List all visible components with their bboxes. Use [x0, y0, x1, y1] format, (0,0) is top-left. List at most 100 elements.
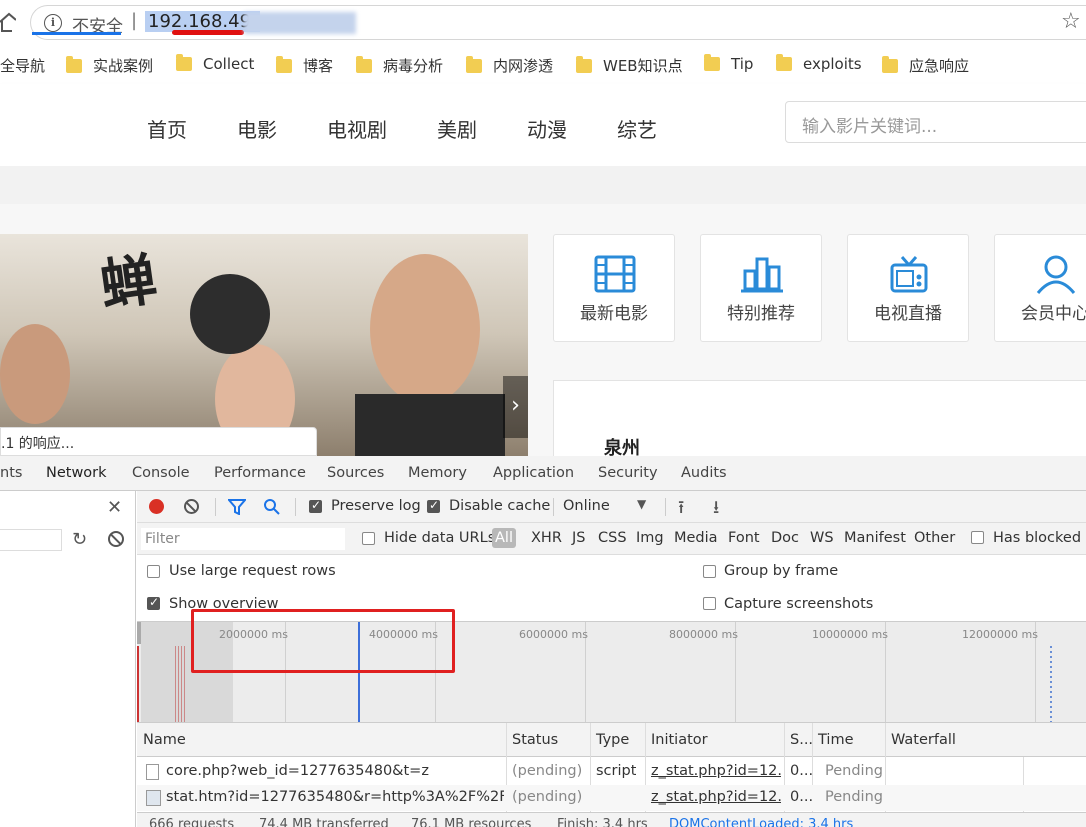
- tab-memory[interactable]: Memory: [408, 465, 467, 481]
- nav-home[interactable]: 首页: [147, 114, 187, 143]
- throttling-select[interactable]: Online: [563, 498, 610, 514]
- bookmark-item[interactable]: 全导航: [0, 55, 45, 76]
- col-size[interactable]: S...: [790, 732, 813, 748]
- left-pane-input[interactable]: [0, 529, 62, 551]
- tab-elements[interactable]: nts: [0, 465, 22, 481]
- type-filter-media[interactable]: Media: [674, 530, 718, 546]
- bookmark-label: exploits: [803, 55, 862, 73]
- bookmarks-bar: 全导航 实战案例 Collect 博客 病毒分析 内网渗透 WEB知识点 Tip…: [0, 46, 1086, 82]
- large-rows-checkbox[interactable]: [147, 565, 160, 578]
- filter-icon[interactable]: [228, 499, 246, 515]
- capture-screenshots-label: Capture screenshots: [724, 596, 874, 612]
- col-time[interactable]: Time: [818, 732, 854, 748]
- capture-screenshots-checkbox[interactable]: [703, 597, 716, 610]
- tile-live-tv[interactable]: 电视直播: [847, 234, 969, 342]
- bookmark-label: 博客: [303, 57, 334, 75]
- bookmark-item[interactable]: 博客: [276, 55, 333, 76]
- refresh-icon[interactable]: ↻: [72, 529, 87, 550]
- bookmark-label: Tip: [731, 55, 754, 73]
- type-filter-font[interactable]: Font: [728, 530, 760, 546]
- col-status[interactable]: Status: [512, 732, 558, 748]
- tab-sources[interactable]: Sources: [327, 465, 384, 481]
- has-blocked-checkbox[interactable]: [971, 531, 984, 544]
- preserve-log-checkbox[interactable]: [309, 498, 322, 513]
- tile-member-center[interactable]: 会员中心: [994, 234, 1086, 342]
- bookmark-item[interactable]: Tip: [704, 54, 754, 73]
- bookmark-item[interactable]: 应急响应: [882, 55, 969, 76]
- active-tab-indicator: [32, 32, 121, 35]
- user-icon: [1036, 255, 1076, 294]
- request-initiator[interactable]: z_stat.php?id=12...: [651, 763, 781, 779]
- bookmark-item[interactable]: exploits: [776, 54, 862, 73]
- type-filter-css[interactable]: CSS: [598, 530, 627, 546]
- tab-console[interactable]: Console: [132, 465, 190, 481]
- block-icon[interactable]: [184, 499, 199, 514]
- table-row[interactable]: core.php?web_id=1277635480&t=z (pending)…: [137, 759, 1086, 785]
- type-filter-manifest[interactable]: Manifest: [844, 530, 906, 546]
- filter-input[interactable]: Filter: [141, 528, 345, 550]
- col-type[interactable]: Type: [596, 732, 629, 748]
- disable-cache-label: Disable cache: [449, 498, 551, 514]
- type-filter-doc[interactable]: Doc: [771, 530, 799, 546]
- type-filter-img[interactable]: Img: [636, 530, 664, 546]
- clear-icon[interactable]: [108, 531, 124, 547]
- devtools-left-pane: ✕ ↻: [0, 491, 136, 827]
- type-filter-js[interactable]: JS: [572, 530, 585, 546]
- col-initiator[interactable]: Initiator: [651, 732, 708, 748]
- request-name: core.php?web_id=1277635480&t=z: [166, 763, 429, 779]
- bookmark-item[interactable]: 内网渗透: [466, 55, 553, 76]
- tab-application[interactable]: Application: [493, 465, 574, 481]
- summary-domcontentloaded: DOMContentLoaded: 3.4 hrs: [669, 817, 854, 827]
- request-initiator[interactable]: z_stat.php?id=12...: [651, 789, 781, 805]
- close-icon[interactable]: ✕: [107, 497, 122, 518]
- banner-next-arrow-icon[interactable]: ›: [503, 376, 528, 438]
- col-waterfall[interactable]: Waterfall: [891, 732, 956, 748]
- table-row[interactable]: stat.htm?id=1277635480&r=http%3A%2F%2F19…: [137, 785, 1086, 811]
- type-filter-other[interactable]: Other: [914, 530, 955, 546]
- home-icon[interactable]: [0, 12, 16, 32]
- chevron-down-icon[interactable]: ▼: [637, 497, 646, 511]
- bookmark-star-icon[interactable]: ☆: [1061, 9, 1081, 34]
- bookmark-item[interactable]: 实战案例: [66, 55, 153, 76]
- import-icon[interactable]: ⭱: [678, 495, 684, 525]
- request-type: script: [596, 763, 637, 779]
- site-header: 首页 电影 电视剧 美剧 动漫 综艺 输入影片关键词...: [0, 84, 1086, 166]
- url-text[interactable]: 192.168.49.: [145, 11, 260, 32]
- search-input[interactable]: 输入影片关键词...: [785, 101, 1086, 143]
- overview-handle[interactable]: [137, 622, 141, 644]
- bookmark-item[interactable]: Collect: [176, 54, 254, 73]
- group-by-frame-checkbox[interactable]: [703, 565, 716, 578]
- search-icon[interactable]: [263, 498, 281, 516]
- nav-movies[interactable]: 电影: [237, 114, 277, 143]
- type-filter-xhr[interactable]: XHR: [531, 530, 562, 546]
- filter-placeholder: Filter: [145, 531, 180, 547]
- bookmark-item[interactable]: WEB知识点: [576, 55, 683, 76]
- tile-recommended[interactable]: 特别推荐: [700, 234, 822, 342]
- tv-icon: [890, 256, 928, 293]
- nav-anime[interactable]: 动漫: [527, 114, 567, 143]
- folder-icon: [466, 55, 482, 73]
- tile-label: 特别推荐: [727, 304, 795, 324]
- record-icon[interactable]: [149, 499, 164, 514]
- export-icon[interactable]: ⭳: [713, 495, 719, 525]
- type-filter-ws[interactable]: WS: [810, 530, 834, 546]
- bookmark-item[interactable]: 病毒分析: [356, 55, 443, 76]
- col-name[interactable]: Name: [143, 732, 186, 748]
- type-filter-all[interactable]: All: [492, 528, 516, 548]
- disable-cache-checkbox[interactable]: [427, 498, 440, 513]
- show-overview-checkbox[interactable]: [147, 595, 160, 610]
- banner-image[interactable]: 蝉: [0, 234, 528, 456]
- tile-latest-movies[interactable]: 最新电影: [553, 234, 675, 342]
- status-tooltip: .1 的响应...: [0, 427, 317, 456]
- nav-tv[interactable]: 电视剧: [327, 114, 387, 143]
- tab-performance[interactable]: Performance: [214, 465, 306, 481]
- tab-network[interactable]: Network: [46, 465, 107, 481]
- tab-audits[interactable]: Audits: [681, 465, 727, 481]
- actor-hair: [190, 274, 270, 354]
- nav-variety[interactable]: 综艺: [617, 114, 657, 143]
- nav-us-drama[interactable]: 美剧: [437, 114, 477, 143]
- tab-security[interactable]: Security: [598, 465, 658, 481]
- hide-data-urls-checkbox[interactable]: [362, 532, 375, 545]
- info-icon[interactable]: i: [44, 14, 62, 32]
- folder-icon: [276, 55, 292, 73]
